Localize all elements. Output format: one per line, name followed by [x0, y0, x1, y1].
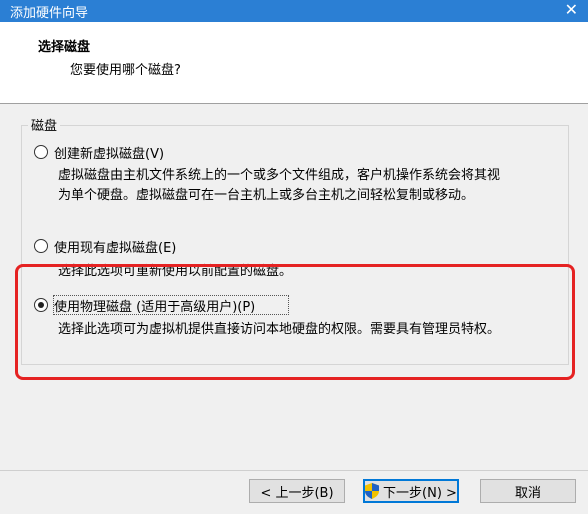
cancel-button[interactable]: 取消 [480, 479, 576, 503]
description-line: 虚拟磁盘由主机文件系统上的一个或多个文件组成，客户机操作系统会将其视 [58, 168, 501, 183]
next-button-label: 下一步(N) > [383, 485, 457, 501]
uac-shield-icon [365, 483, 380, 499]
wizard-header: 选择磁盘 您要使用哪个磁盘? [0, 22, 588, 104]
option-label[interactable]: 使用现有虚拟磁盘(E) [54, 237, 176, 256]
radio-button[interactable] [34, 239, 48, 253]
close-icon[interactable]: ✕ [565, 0, 578, 19]
add-hardware-wizard-window: 添加硬件向导 ✕ 选择磁盘 您要使用哪个磁盘? 磁盘 创建新虚拟磁盘(V) 虚拟… [0, 0, 588, 514]
red-highlight-annotation [15, 264, 575, 380]
back-button[interactable]: < 上一步(B) [249, 479, 345, 503]
page-subtitle: 您要使用哪个磁盘? [70, 63, 181, 78]
next-button[interactable]: 下一步(N) > [363, 479, 459, 503]
option-description: 虚拟磁盘由主机文件系统上的一个或多个文件组成，客户机操作系统会将其视 为单个硬盘… [58, 166, 500, 206]
window-title: 添加硬件向导 [10, 6, 89, 21]
cancel-button-label: 取消 [514, 485, 541, 501]
footer-divider [0, 470, 588, 471]
option-label[interactable]: 创建新虚拟磁盘(V) [54, 143, 164, 162]
description-line: 为单个硬盘。虚拟磁盘可在一台主机上或多台主机之间轻松复制或移动。 [58, 188, 475, 203]
disk-group-label: 磁盘 [28, 115, 61, 134]
title-bar[interactable]: 添加硬件向导 ✕ [0, 0, 588, 22]
radio-button[interactable] [34, 145, 48, 159]
back-button-label: < 上一步(B) [260, 485, 334, 501]
page-title: 选择磁盘 [38, 40, 91, 55]
